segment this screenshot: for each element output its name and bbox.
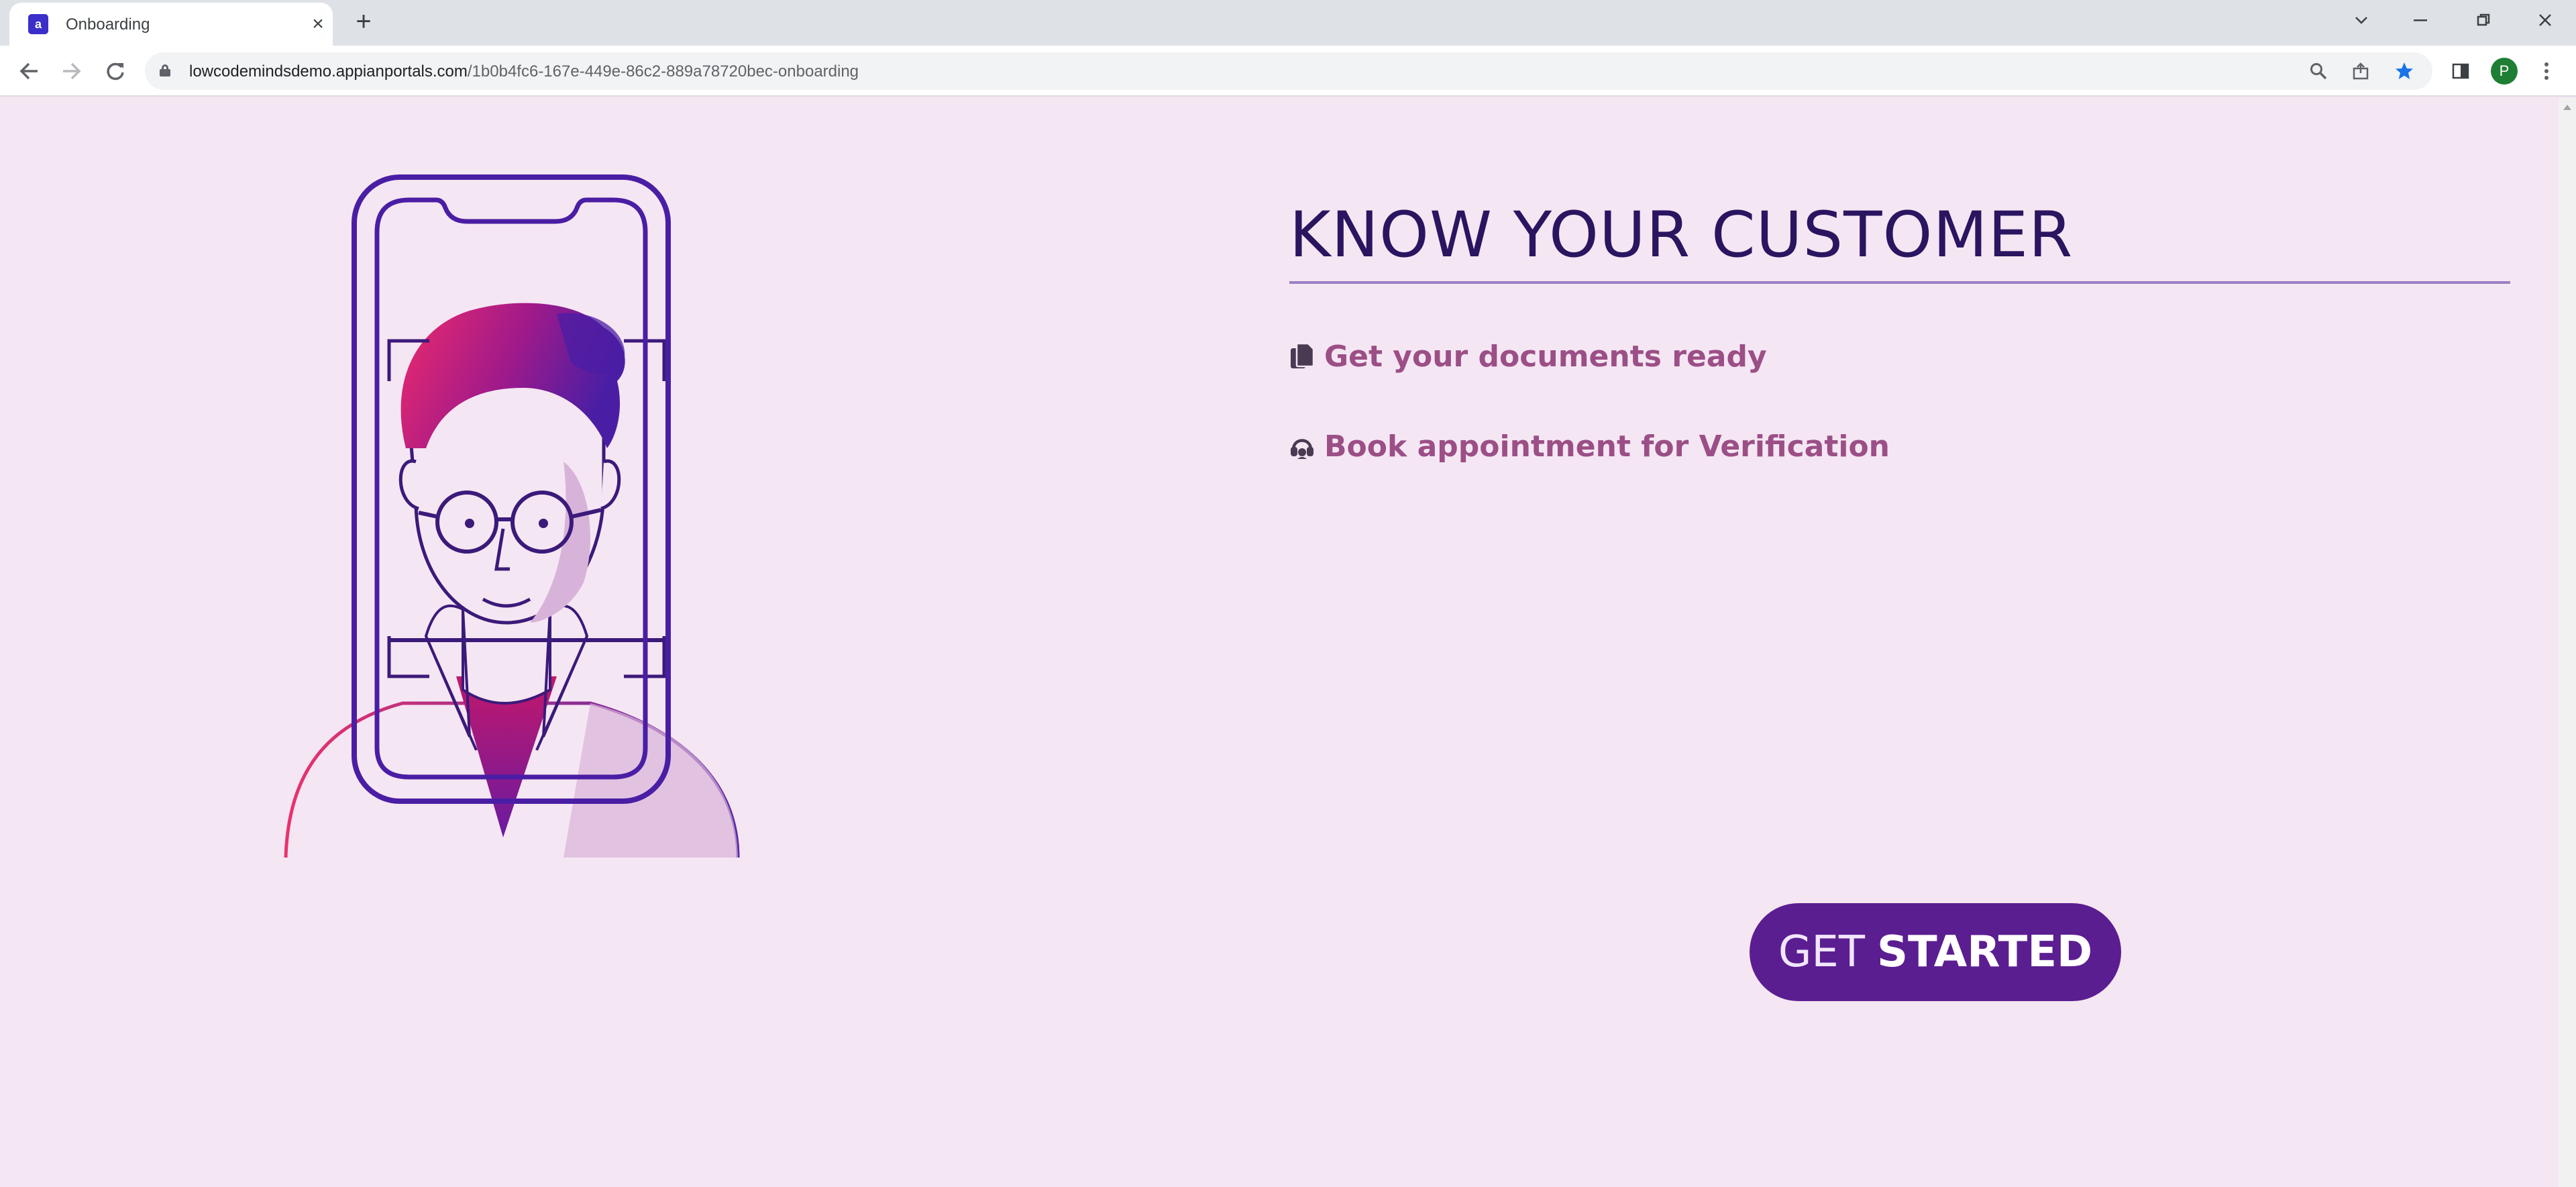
browser-toolbar: lowcodemindsdemo.appianportals.com/1b0b4… <box>0 46 2576 97</box>
headset-icon <box>1291 438 1313 459</box>
profile-initial: P <box>2499 62 2510 79</box>
documents-icon <box>1291 342 1315 368</box>
url-path: /1b0b4fc6-167e-449e-86c2-889a78720bec-on… <box>467 62 859 81</box>
feature-documents: Get your documents ready <box>1289 340 1767 374</box>
button-label-prefix: GET <box>1778 927 1865 977</box>
scroll-up-icon[interactable] <box>2563 105 2571 110</box>
browser-tab[interactable]: a Onboarding × <box>9 3 333 46</box>
window-close-icon[interactable] <box>2525 7 2565 34</box>
face-scan-illustration <box>284 174 740 858</box>
forward-icon[interactable] <box>55 55 87 87</box>
title-divider <box>1289 281 2510 284</box>
back-icon[interactable] <box>13 55 46 87</box>
tab-title: Onboarding <box>66 15 150 34</box>
new-tab-icon[interactable]: + <box>350 7 377 36</box>
restore-icon[interactable] <box>2463 7 2504 34</box>
feature-label: Get your documents ready <box>1324 340 1767 374</box>
zoom-icon[interactable] <box>2306 59 2330 83</box>
address-bar[interactable]: lowcodemindsdemo.appianportals.com/1b0b4… <box>145 52 2432 90</box>
favicon-letter: a <box>34 17 42 31</box>
more-menu-icon[interactable] <box>2530 55 2563 87</box>
minimize-icon[interactable] <box>2400 7 2440 34</box>
url-host: lowcodemindsdemo.appianportals.com <box>189 62 468 81</box>
page-title: KNOW YOUR CUSTOMER <box>1289 199 2074 272</box>
page-scrollbar[interactable] <box>2559 98 2576 1187</box>
appian-favicon-icon: a <box>28 14 48 34</box>
browser-tab-strip: a Onboarding × + <box>0 0 2576 46</box>
get-started-button[interactable]: GET STARTED <box>1750 903 2121 1001</box>
tab-search-icon[interactable] <box>2341 7 2381 34</box>
share-icon[interactable] <box>2349 59 2373 83</box>
tab-close-icon[interactable]: × <box>306 12 330 36</box>
feature-label: Book appointment for Verification <box>1324 429 1890 464</box>
lock-icon <box>160 64 170 76</box>
bookmark-star-icon[interactable] <box>2392 59 2416 83</box>
url-text: lowcodemindsdemo.appianportals.com/1b0b4… <box>189 62 859 81</box>
reload-icon[interactable] <box>99 55 131 87</box>
button-label-strong: STARTED <box>1876 927 2093 977</box>
feature-appointment: Book appointment for Verification <box>1289 429 1890 464</box>
profile-avatar[interactable]: P <box>2491 58 2518 85</box>
side-panel-icon[interactable] <box>2445 55 2477 87</box>
